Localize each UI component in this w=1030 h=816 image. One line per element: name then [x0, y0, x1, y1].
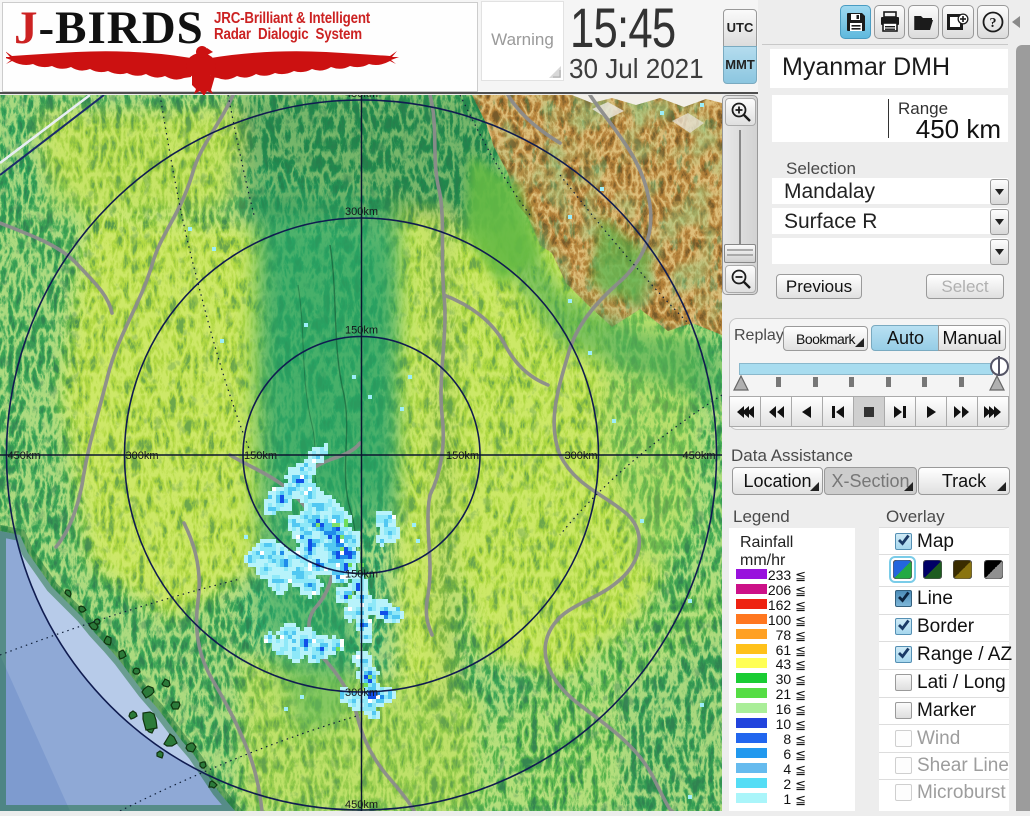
svg-text:300km: 300km: [345, 687, 378, 699]
svg-text:300km: 300km: [345, 206, 378, 218]
svg-text:450km: 450km: [682, 450, 715, 462]
svg-text:450km: 450km: [8, 450, 41, 462]
svg-text:300km: 300km: [564, 450, 597, 462]
svg-text:150km: 150km: [446, 450, 479, 462]
svg-text:?: ?: [990, 16, 997, 31]
svg-text:300km: 300km: [126, 450, 159, 462]
svg-text:450km: 450km: [345, 95, 378, 100]
svg-text:150km: 150km: [244, 450, 277, 462]
svg-text:150km: 150km: [345, 325, 378, 337]
svg-text:150km: 150km: [345, 569, 378, 581]
svg-text:450km: 450km: [345, 799, 378, 811]
